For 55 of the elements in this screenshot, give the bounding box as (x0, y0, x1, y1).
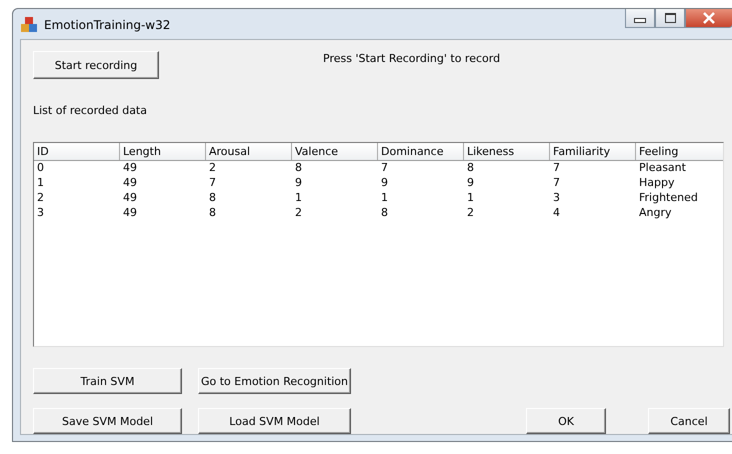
table-cell-text: Frightened (638, 191, 699, 206)
table-cell-text: 1 (466, 191, 475, 206)
table-cell-text: 8 (208, 206, 217, 221)
table-cell-text: 2 (466, 206, 475, 221)
window-title: EmotionTraining-w32 (44, 18, 170, 32)
table-cell-text: 7 (380, 161, 389, 176)
table-cell-text: 2 (36, 191, 45, 206)
table-cell-text: Pleasant (638, 161, 687, 176)
table-cell-text: 3 (36, 206, 45, 221)
table-cell-text: 8 (466, 161, 475, 176)
column-header[interactable]: Familiarity (550, 143, 636, 160)
svm-button[interactable]: Train SVM (33, 368, 182, 394)
table-cell-text: 2 (294, 206, 303, 221)
table-cell-text: 49 (122, 206, 138, 221)
table-cell-text: 9 (380, 176, 389, 191)
column-header[interactable]: Arousal (206, 143, 292, 160)
table-cell-text: 4 (552, 206, 561, 221)
table-cell-text: Happy (638, 176, 676, 191)
table-cell-text: 0 (36, 161, 45, 176)
column-header[interactable]: Valence (292, 143, 378, 160)
list-label: List of recorded data (33, 104, 148, 117)
table-cell-text: 1 (36, 176, 45, 191)
maximize-button[interactable] (655, 9, 685, 28)
table-cell-text: 49 (122, 191, 138, 206)
table-cell-text: 8 (294, 161, 303, 176)
svm-button[interactable]: Load SVM Model (198, 408, 351, 434)
table-cell-text: 7 (552, 176, 561, 191)
column-header[interactable]: Length (120, 143, 206, 160)
table-cell-text: 8 (380, 206, 389, 221)
table-cell-text: 8 (208, 191, 217, 206)
column-header[interactable]: Likeness (464, 143, 550, 160)
table-cell-text: 1 (294, 191, 303, 206)
table-cell-text: 2 (208, 161, 217, 176)
table-cell-text: 49 (122, 161, 138, 176)
close-button[interactable] (685, 9, 732, 28)
start-recording-button[interactable]: Start recording (33, 51, 159, 79)
column-header[interactable]: Feeling (636, 143, 723, 160)
cubes-icon (20, 16, 38, 34)
table-cell-text: 9 (294, 176, 303, 191)
table-cell-text: 7 (552, 161, 561, 176)
table-cell-text: 7 (208, 176, 217, 191)
status-text: Press 'Start Recording' to record (323, 52, 500, 65)
close-icon (702, 12, 716, 24)
dialog-button[interactable]: OK (526, 408, 606, 434)
table-cell-text: 3 (552, 191, 561, 206)
table-cell-text: Angry (638, 206, 673, 221)
dialog-button[interactable]: Cancel (648, 408, 730, 434)
table-cell-text: 49 (122, 176, 138, 191)
svm-button[interactable]: Save SVM Model (33, 408, 182, 434)
table-cell-text: 1 (380, 191, 389, 206)
column-header[interactable]: ID (34, 143, 120, 160)
table-cell-text: 9 (466, 176, 475, 191)
column-header[interactable]: Dominance (378, 143, 464, 160)
svm-button[interactable]: Go to Emotion Recognition (198, 368, 351, 394)
minimize-button[interactable] (625, 9, 655, 28)
